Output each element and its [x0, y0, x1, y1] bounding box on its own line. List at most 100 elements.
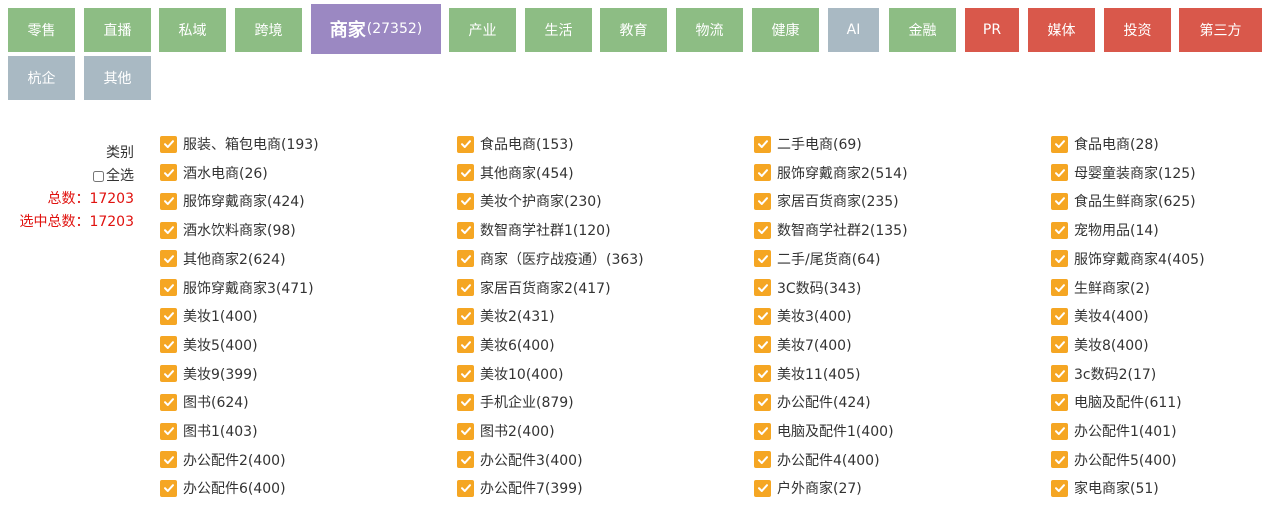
category-checkbox-item[interactable]: 办公配件5(400)	[1051, 449, 1177, 471]
category-checkbox-item[interactable]: 美妆7(400)	[754, 334, 852, 356]
tab-3[interactable]: 跨境	[235, 8, 302, 52]
checkbox-checked-icon[interactable]	[160, 393, 177, 411]
tab-12[interactable]: PR	[965, 8, 1019, 52]
category-checkbox-item[interactable]: 服饰穿戴商家2(514)	[754, 162, 908, 184]
category-checkbox-item[interactable]: 办公配件(424)	[754, 391, 871, 413]
checkbox-checked-icon[interactable]	[457, 250, 474, 268]
checkbox-checked-icon[interactable]	[754, 164, 771, 182]
category-checkbox-item[interactable]: 电脑及配件(611)	[1051, 391, 1182, 413]
category-checkbox-item[interactable]: 美妆8(400)	[1051, 334, 1149, 356]
category-checkbox-item[interactable]: 服饰穿戴商家4(405)	[1051, 248, 1205, 270]
tab-10[interactable]: AI	[828, 8, 879, 52]
tab-1[interactable]: 直播	[84, 8, 151, 52]
category-checkbox-item[interactable]: 生鲜商家(2)	[1051, 277, 1150, 299]
checkbox-checked-icon[interactable]	[1051, 336, 1068, 354]
checkbox-checked-icon[interactable]	[457, 451, 474, 469]
category-checkbox-item[interactable]: 家居百货商家2(417)	[457, 277, 611, 299]
category-checkbox-item[interactable]: 电脑及配件1(400)	[754, 420, 894, 442]
category-checkbox-item[interactable]: 图书1(403)	[160, 420, 258, 442]
tab-16[interactable]: 杭企	[8, 56, 75, 100]
category-checkbox-item[interactable]: 数智商学社群2(135)	[754, 219, 908, 241]
tab-4[interactable]: 商家 (27352)	[311, 4, 441, 54]
category-checkbox-item[interactable]: 家居百货商家(235)	[754, 190, 899, 212]
checkbox-checked-icon[interactable]	[457, 479, 474, 497]
checkbox-checked-icon[interactable]	[160, 192, 177, 210]
category-checkbox-item[interactable]: 美妆10(400)	[457, 363, 563, 385]
checkbox-checked-icon[interactable]	[457, 135, 474, 153]
checkbox-checked-icon[interactable]	[160, 451, 177, 469]
tab-0[interactable]: 零售	[8, 8, 75, 52]
checkbox-checked-icon[interactable]	[1051, 221, 1068, 239]
checkbox-checked-icon[interactable]	[160, 164, 177, 182]
checkbox-checked-icon[interactable]	[457, 192, 474, 210]
category-checkbox-item[interactable]: 美妆个护商家(230)	[457, 190, 602, 212]
category-checkbox-item[interactable]: 办公配件7(399)	[457, 477, 583, 499]
checkbox-checked-icon[interactable]	[754, 336, 771, 354]
checkbox-checked-icon[interactable]	[754, 135, 771, 153]
checkbox-checked-icon[interactable]	[754, 250, 771, 268]
category-checkbox-item[interactable]: 其他商家(454)	[457, 162, 574, 184]
checkbox-checked-icon[interactable]	[1051, 393, 1068, 411]
category-checkbox-item[interactable]: 手机企业(879)	[457, 391, 574, 413]
category-checkbox-item[interactable]: 美妆5(400)	[160, 334, 258, 356]
category-checkbox-item[interactable]: 办公配件2(400)	[160, 449, 286, 471]
tab-2[interactable]: 私域	[159, 8, 226, 52]
checkbox-checked-icon[interactable]	[160, 365, 177, 383]
checkbox-checked-icon[interactable]	[1051, 135, 1068, 153]
checkbox-checked-icon[interactable]	[457, 336, 474, 354]
category-checkbox-item[interactable]: 美妆3(400)	[754, 305, 852, 327]
category-checkbox-item[interactable]: 宠物用品(14)	[1051, 219, 1159, 241]
checkbox-checked-icon[interactable]	[1051, 192, 1068, 210]
checkbox-checked-icon[interactable]	[754, 479, 771, 497]
checkbox-checked-icon[interactable]	[160, 250, 177, 268]
category-checkbox-item[interactable]: 美妆9(399)	[160, 363, 258, 385]
select-all-toggle[interactable]: 全选	[0, 165, 134, 187]
checkbox-checked-icon[interactable]	[160, 422, 177, 440]
tab-9[interactable]: 健康	[752, 8, 819, 52]
category-checkbox-item[interactable]: 图书2(400)	[457, 420, 555, 442]
category-checkbox-item[interactable]: 美妆11(405)	[754, 363, 860, 385]
checkbox-checked-icon[interactable]	[160, 221, 177, 239]
category-checkbox-item[interactable]: 食品电商(28)	[1051, 133, 1159, 155]
checkbox-checked-icon[interactable]	[1051, 307, 1068, 325]
checkbox-checked-icon[interactable]	[457, 164, 474, 182]
checkbox-checked-icon[interactable]	[457, 422, 474, 440]
checkbox-checked-icon[interactable]	[160, 479, 177, 497]
tab-17[interactable]: 其他	[84, 56, 151, 100]
category-checkbox-item[interactable]: 服饰穿戴商家(424)	[160, 190, 305, 212]
checkbox-checked-icon[interactable]	[1051, 365, 1068, 383]
checkbox-checked-icon[interactable]	[1051, 164, 1068, 182]
category-checkbox-item[interactable]: 办公配件6(400)	[160, 477, 286, 499]
tab-13[interactable]: 媒体	[1028, 8, 1095, 52]
category-checkbox-item[interactable]: 美妆4(400)	[1051, 305, 1149, 327]
checkbox-checked-icon[interactable]	[754, 279, 771, 296]
checkbox-checked-icon[interactable]	[754, 393, 771, 411]
tab-11[interactable]: 金融	[889, 8, 956, 52]
category-checkbox-item[interactable]: 商家（医疗战疫通）(363)	[457, 248, 644, 270]
tab-5[interactable]: 产业	[449, 8, 516, 52]
category-checkbox-item[interactable]: 美妆6(400)	[457, 334, 555, 356]
category-checkbox-item[interactable]: 酒水饮料商家(98)	[160, 219, 296, 241]
category-checkbox-item[interactable]: 二手电商(69)	[754, 133, 862, 155]
checkbox-checked-icon[interactable]	[1051, 422, 1068, 440]
checkbox-checked-icon[interactable]	[160, 135, 177, 153]
checkbox-checked-icon[interactable]	[457, 365, 474, 383]
checkbox-checked-icon[interactable]	[754, 192, 771, 210]
category-checkbox-item[interactable]: 办公配件4(400)	[754, 449, 880, 471]
checkbox-checked-icon[interactable]	[457, 393, 474, 411]
category-checkbox-item[interactable]: 二手/尾货商(64)	[754, 248, 880, 270]
checkbox-checked-icon[interactable]	[1051, 479, 1068, 497]
checkbox-checked-icon[interactable]	[754, 307, 771, 325]
category-checkbox-item[interactable]: 母婴童装商家(125)	[1051, 162, 1196, 184]
category-checkbox-item[interactable]: 3c数码2(17)	[1051, 363, 1156, 385]
checkbox-checked-icon[interactable]	[160, 307, 177, 325]
category-checkbox-item[interactable]: 酒水电商(26)	[160, 162, 268, 184]
category-checkbox-item[interactable]: 图书(624)	[160, 391, 249, 413]
category-checkbox-item[interactable]: 家电商家(51)	[1051, 477, 1159, 499]
tab-8[interactable]: 物流	[676, 8, 743, 52]
tab-14[interactable]: 投资	[1104, 8, 1171, 52]
category-checkbox-item[interactable]: 数智商学社群1(120)	[457, 219, 611, 241]
category-checkbox-item[interactable]: 美妆1(400)	[160, 305, 258, 327]
checkbox-checked-icon[interactable]	[1051, 451, 1068, 469]
category-checkbox-item[interactable]: 办公配件1(401)	[1051, 420, 1177, 442]
